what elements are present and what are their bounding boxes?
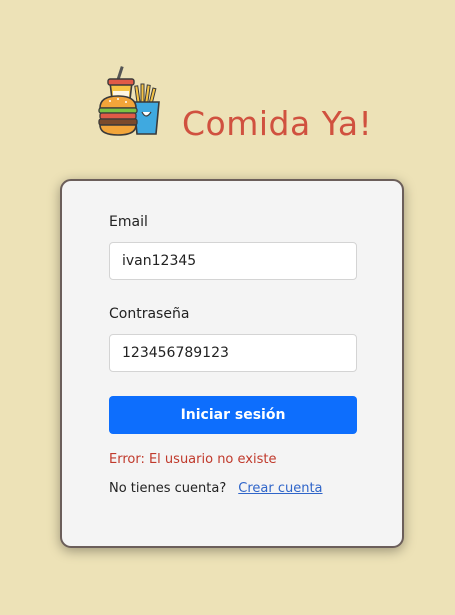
register-row: No tienes cuenta? Crear cuenta <box>109 481 323 496</box>
password-label: Contraseña <box>109 306 190 322</box>
password-field[interactable] <box>109 334 357 372</box>
error-message: Error: El usuario no existe <box>109 452 277 467</box>
register-prompt: No tienes cuenta? <box>109 481 227 496</box>
brand-header: Comida Ya! <box>96 64 416 154</box>
login-button[interactable]: Iniciar sesión <box>109 396 357 434</box>
fast-food-icon <box>98 66 160 136</box>
app-title: Comida Ya! <box>182 104 373 143</box>
login-card: Email Contraseña Iniciar sesión Error: E… <box>60 179 404 548</box>
email-label: Email <box>109 214 148 230</box>
email-field[interactable] <box>109 242 357 280</box>
create-account-link[interactable]: Crear cuenta <box>238 481 322 496</box>
